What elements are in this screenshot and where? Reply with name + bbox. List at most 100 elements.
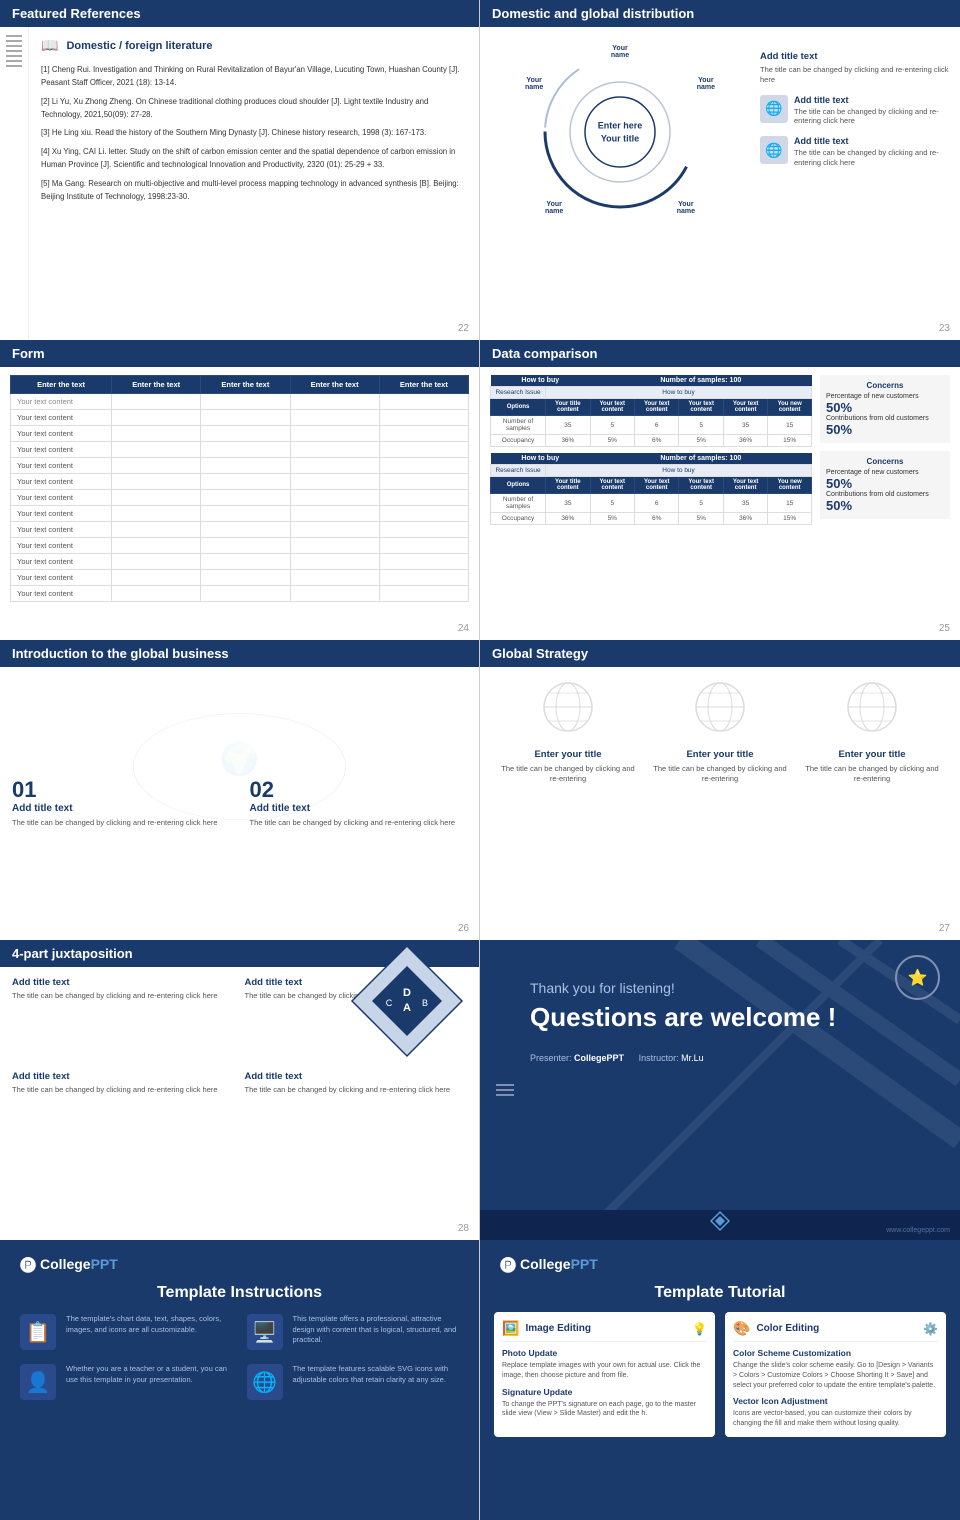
table-row: Your text content (11, 458, 469, 474)
page-num-6: 27 (939, 923, 950, 934)
thank-small: Thank you for listening! (530, 980, 920, 996)
slide-template-tutorial: 🅟 CollegePPT Template Tutorial 🖼️ Image … (480, 1240, 960, 1520)
presenter-line: Presenter: CollegePPT Instructor: Mr.Lu (530, 1053, 920, 1063)
instructions-items: 📋 The template's chart data, text, shape… (0, 1314, 479, 1400)
table-row: Your text content (11, 586, 469, 602)
table-row: Your text content (11, 522, 469, 538)
page-num-3: 24 (458, 623, 469, 634)
globe-row (492, 677, 948, 737)
business-items: 01 Add title text The title can be chang… (12, 677, 467, 829)
table-row: Your text content (11, 538, 469, 554)
color-scheme-section: Color Scheme Customization Change the sl… (733, 1348, 938, 1390)
photo-update-section: Photo Update Replace template images wit… (502, 1348, 707, 1381)
col2-header: 🎨 Color Editing ⚙️ (733, 1320, 938, 1342)
table-row: Your text content (11, 442, 469, 458)
vector-icon-section: Vector Icon Adjustment Icons are vector-… (733, 1396, 938, 1429)
four-part-content: Add title text The title can be changed … (0, 967, 479, 1105)
table-row: Your text content (11, 506, 469, 522)
sidebar-line (6, 45, 22, 47)
slide-4part: 4-part juxtaposition Add title text The … (0, 940, 480, 1240)
sidebar-line (6, 50, 22, 52)
thank-big: Questions are welcome ! (530, 1002, 920, 1033)
slide-domestic-global: Domestic and global distribution Enter h… (480, 0, 960, 340)
globe-img-3 (835, 677, 910, 737)
slide-featured-references: Featured References 📖 Domestic / foreign… (0, 0, 480, 340)
slide-global-business: Introduction to the global business 🌍 01… (0, 640, 480, 940)
label-bottom-left: Yourname (545, 201, 563, 215)
instructions-title: Template Instructions (0, 1276, 479, 1314)
college-logo-area-2: 🅟 CollegePPT (480, 1240, 960, 1276)
svg-text:C: C (386, 998, 393, 1008)
globe-icon: 🌐 (760, 95, 788, 123)
data-tables: How to buy Number of samples: 100 Resear… (490, 375, 812, 531)
inst-icon-3: 👤 (20, 1364, 56, 1400)
global-strategy-content: Enter your title The title can be change… (480, 667, 960, 794)
tutorial-col-2: 🎨 Color Editing ⚙️ Color Scheme Customiz… (725, 1312, 946, 1437)
label-left-top: Yourname (525, 77, 543, 91)
four-part-grid-bottom: Add title text The title can be changed … (12, 1071, 467, 1095)
sidebar-line (6, 60, 22, 62)
label-bottom-right: Yourname (677, 201, 695, 215)
mini-table-1: How to buy Number of samples: 100 Resear… (490, 375, 812, 447)
part-item-3: Add title text The title can be changed … (12, 1071, 235, 1095)
sidebar-line (6, 35, 22, 37)
info-item-2: 🌐 Add title text The title can be change… (760, 95, 950, 127)
table-row: Number of samples 35 5 6 5 35 15 (491, 494, 812, 513)
part-text-4: Add title text The title can be changed … (245, 1071, 468, 1095)
slide-form: Form Enter the text Enter the text Enter… (0, 340, 480, 640)
inst-item-2: 🖥️ This template offers a professional, … (247, 1314, 460, 1350)
page-num-7: 28 (458, 1223, 469, 1234)
inst-item-1: 📋 The template's chart data, text, shape… (20, 1314, 233, 1350)
table-row: Your text content (11, 474, 469, 490)
globe-img-1 (531, 677, 606, 737)
sidebar-line (6, 55, 22, 57)
table-row: Number of samples 35 5 6 5 35 15 (491, 416, 812, 435)
page-num-5: 26 (458, 923, 469, 934)
svg-text:D: D (403, 987, 411, 999)
website-footer: www.collegeppt.com (886, 1227, 950, 1234)
concern-box-1: Concerns Percentage of new customers 50%… (820, 375, 950, 443)
college-logo-area: 🅟 CollegePPT (0, 1240, 479, 1276)
slide-data-comparison: Data comparison How to buy Number of sam… (480, 340, 960, 640)
slide-global-strategy: Global Strategy (480, 640, 960, 940)
page-num-2: 23 (939, 323, 950, 334)
biz-item-2: 02 Add title text The title can be chang… (250, 777, 468, 829)
globe-item-3: Enter your title The title can be change… (804, 749, 941, 784)
sidebar-line (6, 40, 22, 42)
sidebar-line (6, 65, 22, 67)
part-item-4: Add title text The title can be changed … (245, 1071, 468, 1095)
table-row: Occupancy 36% 5% 6% 5% 36% 15% (491, 513, 812, 525)
tutorial-col-1: 🖼️ Image Editing 💡 Photo Update Replace … (494, 1312, 715, 1437)
part-text-3: Add title text The title can be changed … (12, 1071, 235, 1095)
concern-box-2: Concerns Percentage of new customers 50%… (820, 451, 950, 519)
ref-2: [2] Li Yu, Xu Zhong Zheng. On Chinese tr… (41, 96, 467, 122)
table-row: Your text content (11, 410, 469, 426)
inst-icon-2: 🖥️ (247, 1314, 283, 1350)
slide-5-header: Introduction to the global business (0, 640, 479, 667)
bulb-icon: 💡 (692, 1322, 707, 1336)
sub-header-label: Domestic / foreign literature (66, 40, 212, 52)
info-panel: Add title text The title can be changed … (760, 37, 950, 217)
svg-text:A: A (403, 1002, 411, 1014)
ref-1: [1] Cheng Rui. Investigation and Thinkin… (41, 64, 467, 90)
concerns-panel: Concerns Percentage of new customers 50%… (820, 375, 950, 531)
table-row: Occupancy 36% 5% 6% 5% 36% 15% (491, 435, 812, 447)
diagram-center: Enter here Your title (598, 119, 643, 144)
slide-2-header: Domestic and global distribution (480, 0, 960, 27)
bottom-bar (480, 1210, 960, 1240)
svg-text:B: B (422, 998, 428, 1008)
signature-update-section: Signature Update To change the PPT's sig… (502, 1387, 707, 1420)
globe-item-1: Enter your title The title can be change… (500, 749, 637, 784)
references-list: [1] Cheng Rui. Investigation and Thinkin… (41, 64, 467, 204)
book-icon: 📖 (41, 37, 58, 54)
circular-diagram: Enter here Your title Yourname Yourname … (535, 47, 705, 217)
globe-labels: Enter your title The title can be change… (492, 749, 948, 784)
slide-template-instructions: 🅟 CollegePPT Template Instructions 📋 The… (0, 1240, 480, 1520)
tutorial-title: Template Tutorial (480, 1276, 960, 1312)
image-edit-icon: 🖼️ (502, 1320, 519, 1337)
slide-1-header: Featured References (0, 0, 479, 27)
globe-img-2 (683, 677, 758, 737)
info-item-1: Add title text The title can be changed … (760, 51, 950, 85)
table-row: Your text content (11, 554, 469, 570)
global-business-content: 🌍 01 Add title text The title can be cha… (0, 667, 479, 839)
